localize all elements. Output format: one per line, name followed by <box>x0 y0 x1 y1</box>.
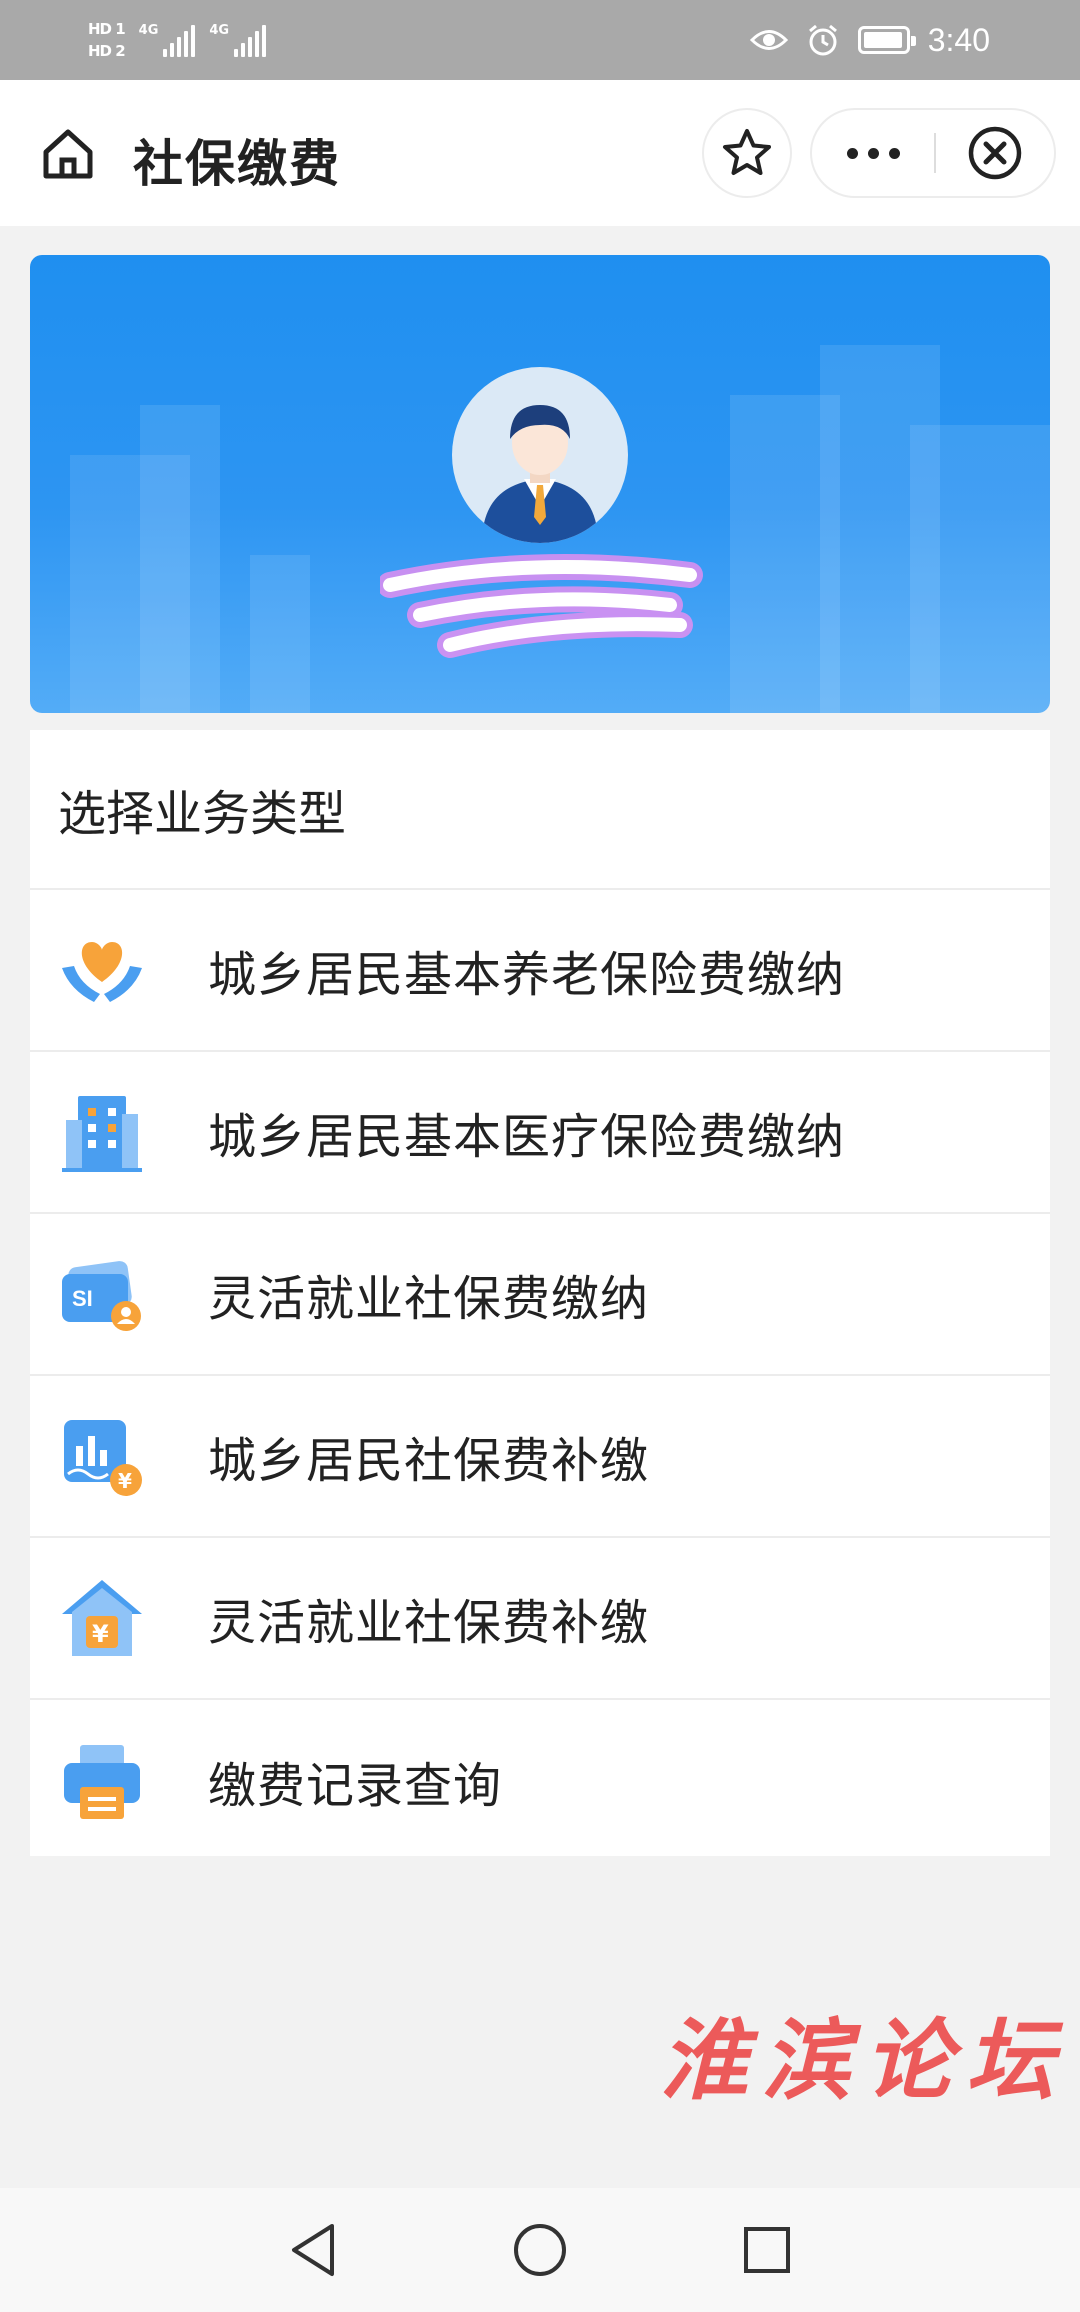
recents-button[interactable] <box>727 2210 807 2290</box>
home-icon[interactable] <box>40 126 96 182</box>
watermark: 淮滨论坛 <box>660 2008 1069 2112</box>
status-bar: HD 1 HD 2 4G 4G 3:40 <box>0 0 1080 80</box>
close-icon <box>968 126 1022 180</box>
mini-program-capsule <box>810 108 1056 198</box>
printer-icon <box>56 1735 148 1827</box>
signal-icon: 4G <box>139 23 196 57</box>
service-label: 灵活就业社保费补缴 <box>208 1595 650 1651</box>
nav-bar: 社保缴费 <box>0 80 1080 226</box>
profile-banner <box>30 255 1050 713</box>
redacted-name <box>380 554 703 658</box>
home-circle-icon <box>513 2224 566 2276</box>
heart-hands-icon <box>56 924 148 1016</box>
status-left: HD 1 HD 2 4G 4G <box>88 20 267 60</box>
signal-icon-2: 4G <box>209 23 267 57</box>
section-title: 选择业务类型 <box>30 730 1050 890</box>
service-label: 缴费记录查询 <box>208 1758 503 1814</box>
system-nav-bar <box>0 2188 1080 2312</box>
alarm-icon <box>806 23 840 57</box>
hd2-label: HD 2 <box>88 42 126 60</box>
page-title: 社保缴费 <box>133 135 341 193</box>
service-label: 灵活就业社保费缴纳 <box>208 1271 650 1327</box>
network1-label: 4G <box>138 23 159 38</box>
eye-icon <box>749 27 788 53</box>
back-triangle-icon <box>292 2224 335 2276</box>
star-icon <box>723 129 771 175</box>
house-yuan-icon: ¥ <box>56 1572 148 1664</box>
more-button[interactable] <box>812 110 934 196</box>
close-button[interactable] <box>936 110 1054 196</box>
svg-text:¥: ¥ <box>118 1469 132 1493</box>
favorite-button[interactable] <box>702 108 792 198</box>
service-item-flexible[interactable]: SI 灵活就业社保费缴纳 <box>30 1214 1050 1376</box>
svg-text:¥: ¥ <box>92 1620 109 1648</box>
service-item-pension[interactable]: 城乡居民基本养老保险费缴纳 <box>30 890 1050 1052</box>
service-label: 城乡居民基本医疗保险费缴纳 <box>208 1109 846 1165</box>
hd1-label: HD 1 <box>88 20 126 38</box>
network2-label: 4G <box>209 23 230 38</box>
si-card-icon: SI <box>56 1248 148 1340</box>
status-time: 3:40 <box>927 21 990 58</box>
back-button[interactable] <box>273 2210 353 2290</box>
avatar <box>452 367 628 543</box>
svg-text:SI: SI <box>72 1286 93 1311</box>
battery-icon <box>857 26 916 54</box>
service-label: 城乡居民基本养老保险费缴纳 <box>208 947 846 1003</box>
service-item-medical[interactable]: 城乡居民基本医疗保险费缴纳 <box>30 1052 1050 1214</box>
service-item-flexible-backpay[interactable]: ¥ 灵活就业社保费补缴 <box>30 1538 1050 1700</box>
recents-square-icon <box>743 2227 790 2273</box>
building-icon <box>56 1086 148 1178</box>
service-item-resident-backpay[interactable]: ¥ 城乡居民社保费补缴 <box>30 1376 1050 1538</box>
service-card: 选择业务类型 城乡居民基本养老保险费缴纳 城乡居民基本医疗保险费缴纳 SI 灵活… <box>30 730 1050 1856</box>
status-right: 3:40 <box>749 21 990 59</box>
home-nav-button[interactable] <box>500 2210 580 2290</box>
hd-indicators: HD 1 HD 2 <box>88 20 126 60</box>
service-label: 城乡居民社保费补缴 <box>208 1433 650 1489</box>
chart-yuan-icon: ¥ <box>56 1410 148 1502</box>
service-item-records[interactable]: 缴费记录查询 <box>30 1700 1050 1862</box>
